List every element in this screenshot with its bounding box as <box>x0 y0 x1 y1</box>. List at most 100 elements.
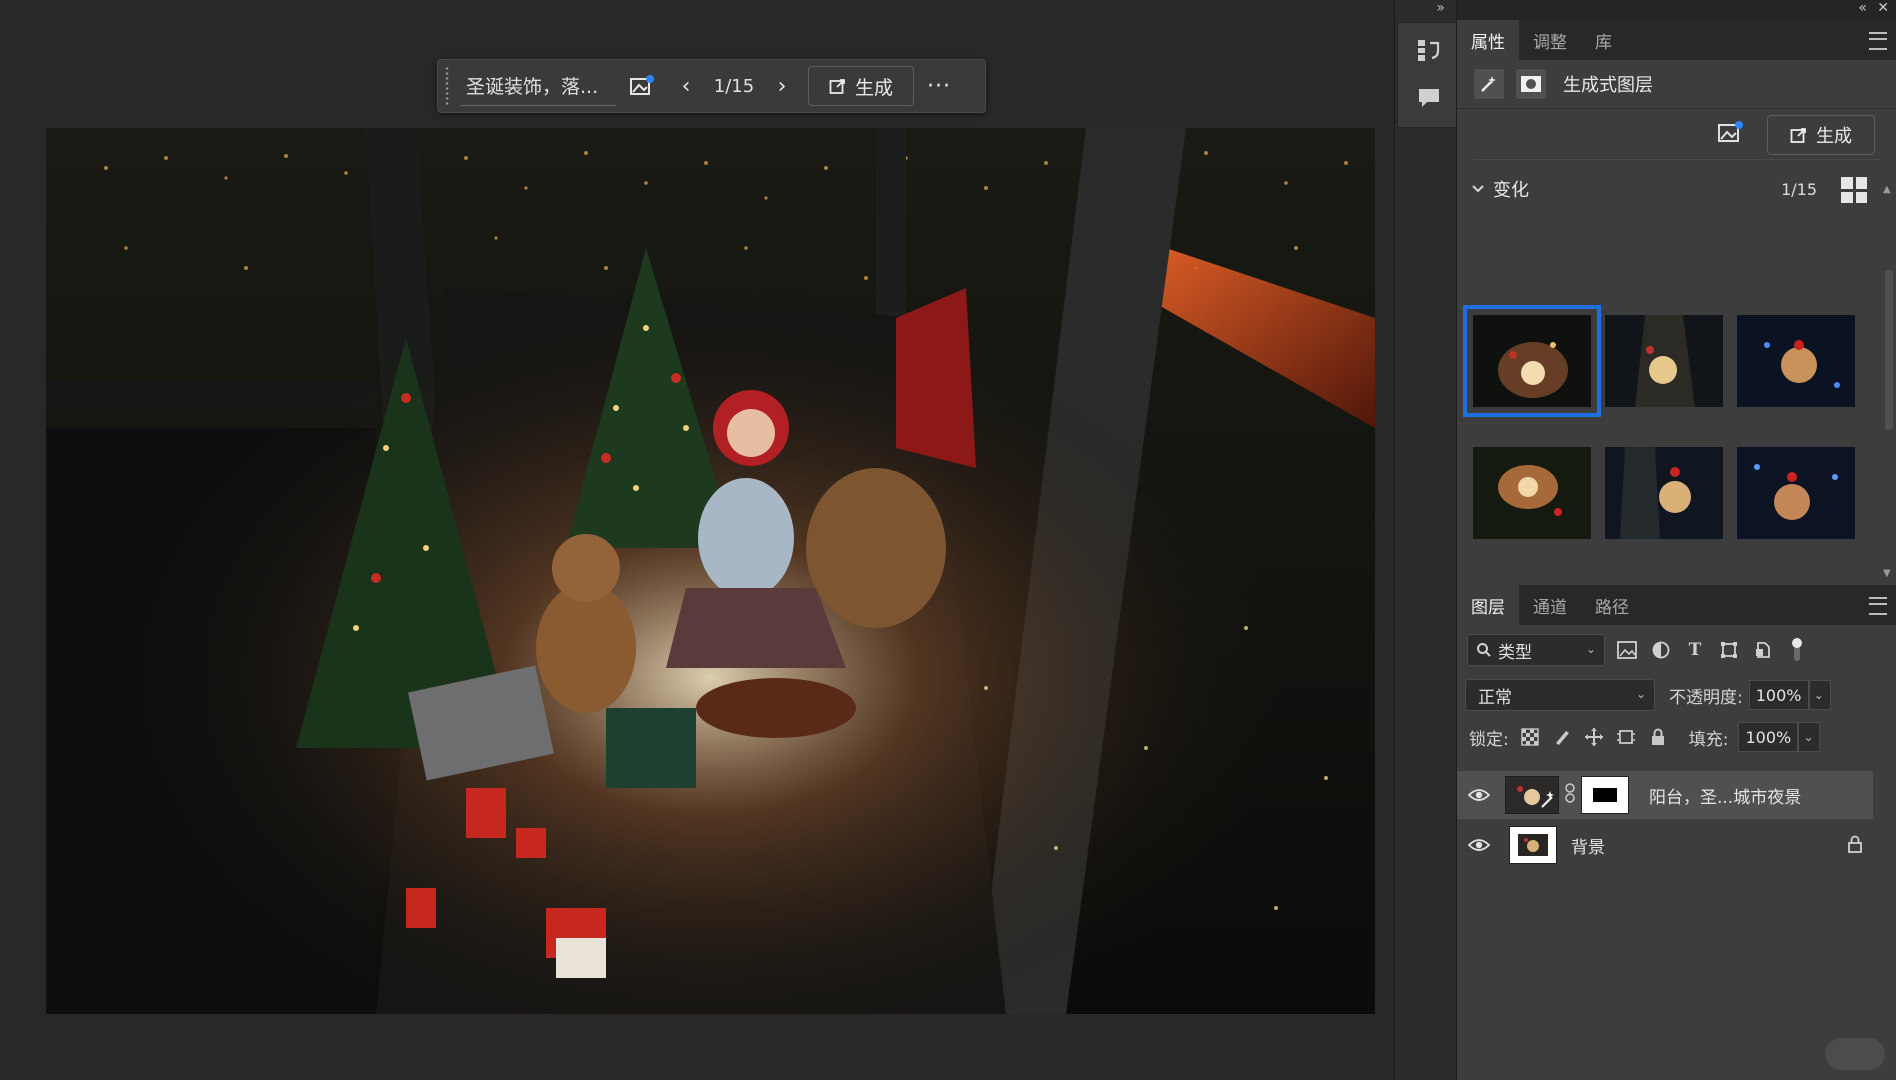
drag-handle[interactable] <box>444 66 450 106</box>
adjustment-filter-icon[interactable] <box>1649 638 1673 662</box>
variation-thumb[interactable] <box>1605 447 1723 539</box>
canvas-image[interactable] <box>46 128 1375 1014</box>
chevron-down-icon: ⌄ <box>1635 687 1646 701</box>
generate-button[interactable]: 生成 <box>1767 115 1875 155</box>
filter-kind-value: 类型 <box>1498 642 1532 663</box>
lock-row: 锁定: 填充: 100% ⌄ <box>1457 715 1896 759</box>
variation-thumb[interactable] <box>1737 447 1855 539</box>
tab-channels[interactable]: 通道 <box>1519 585 1581 625</box>
chevron-left-icon[interactable]: ‹ <box>668 66 704 106</box>
blend-row: 正常 ⌄ 不透明度: 100% ⌄ <box>1457 675 1896 715</box>
layer-type-label: 生成式图层 <box>1563 75 1653 96</box>
variation-counter: 1/15 <box>713 75 755 97</box>
layer-name[interactable]: 背景 <box>1571 833 1605 858</box>
generate-icon <box>1790 128 1806 143</box>
variation-thumb[interactable] <box>1605 315 1723 407</box>
filter-toggle-icon[interactable] <box>1785 638 1809 662</box>
eye-icon[interactable] <box>1465 838 1493 852</box>
layer-thumbnail[interactable] <box>1509 826 1557 864</box>
search-icon <box>1477 643 1491 657</box>
generate-image-icon[interactable] <box>1717 119 1745 145</box>
blend-mode-value: 正常 <box>1478 687 1512 708</box>
layers-panel: 图层 通道 路径 类型 ⌄ T 正常 ⌄ 不透明度: 100% ⌄ 锁定: 填充… <box>1457 585 1896 1080</box>
tab-layers[interactable]: 图层 <box>1457 585 1519 625</box>
lock-position-icon[interactable] <box>1583 726 1605 748</box>
fill-dropdown-icon[interactable]: ⌄ <box>1798 722 1821 752</box>
strip-header: » <box>1395 0 1457 20</box>
lock-all-icon[interactable] <box>1647 726 1669 748</box>
properties-panel: 生成式图层 生成 变化 1/15 ▲ ▼ <box>1457 60 1896 603</box>
tab-properties[interactable]: 属性 <box>1457 20 1519 60</box>
link-icon[interactable] <box>1565 783 1575 807</box>
document-canvas-area[interactable]: 圣诞装饰，落... ‹ 1/15 › 生成 ··· <box>0 0 1394 1080</box>
tab-adjustments[interactable]: 调整 <box>1519 20 1581 60</box>
grid-view-icon[interactable] <box>1841 177 1867 203</box>
properties-scrollbar[interactable]: ▲ ▼ <box>1883 184 1893 584</box>
comments-icon[interactable] <box>1416 85 1442 111</box>
lock-image-pixels-icon[interactable] <box>1551 726 1573 748</box>
variation-thumb[interactable] <box>1737 315 1855 407</box>
variations-count: 1/15 <box>1781 179 1817 199</box>
tab-libraries[interactable]: 库 <box>1581 20 1626 60</box>
generate-button[interactable]: 生成 <box>808 66 914 106</box>
layer-mask-thumbnail[interactable] <box>1581 776 1629 814</box>
lock-label: 锁定: <box>1469 729 1509 750</box>
filter-kind-select[interactable]: 类型 ⌄ <box>1467 634 1605 666</box>
layers-tabs: 图层 通道 路径 <box>1457 585 1896 625</box>
fill-input[interactable]: 100% <box>1738 722 1799 752</box>
properties-generate-row: 生成 <box>1473 109 1881 160</box>
layer-filter-row: 类型 ⌄ T <box>1457 625 1896 675</box>
panel-menu-icon[interactable] <box>1869 597 1887 615</box>
layer-name[interactable]: 阳台，圣...城市夜景 <box>1649 783 1801 808</box>
opacity-label: 不透明度: <box>1669 687 1743 708</box>
variations-header[interactable]: 变化 1/15 <box>1457 160 1896 218</box>
generative-layer-icon <box>1473 68 1505 100</box>
pixel-filter-icon[interactable] <box>1615 638 1639 662</box>
chevron-right-icon[interactable]: › <box>764 66 800 106</box>
panel-icon-strip: » <box>1394 0 1457 1080</box>
icon-strip-group <box>1397 22 1457 128</box>
panel-menu-icon[interactable] <box>1869 32 1887 50</box>
collapse-dock-icon[interactable]: « <box>1858 0 1867 16</box>
prompt-input[interactable]: 圣诞装饰，落... <box>460 67 616 106</box>
close-dock-icon[interactable]: ✕ <box>1877 0 1889 16</box>
christmas-balcony-scene <box>46 128 1375 1014</box>
right-panel-dock: « ✕ 属性 调整 库 生成式图层 生成 变化 1/15 ▲ ▼ 图层 通道 路… <box>1456 0 1896 1080</box>
scrollbar-thumb[interactable] <box>1885 270 1893 430</box>
watermark-logo <box>1825 1038 1885 1070</box>
generate-button-label: 生成 <box>1816 126 1852 147</box>
blend-mode-select[interactable]: 正常 ⌄ <box>1465 679 1655 711</box>
shape-filter-icon[interactable] <box>1717 638 1741 662</box>
generate-icon <box>829 79 845 94</box>
variation-thumb[interactable] <box>1473 447 1591 539</box>
layer-row-background[interactable]: 背景 <box>1457 821 1873 869</box>
dock-header: « ✕ <box>1457 0 1896 20</box>
lock-transparent-pixels-icon[interactable] <box>1519 726 1541 748</box>
lock-artboard-icon[interactable] <box>1615 726 1637 748</box>
lock-icon[interactable] <box>1847 835 1863 857</box>
smart-object-filter-icon[interactable] <box>1751 638 1775 662</box>
generate-button-label: 生成 <box>854 76 893 99</box>
fill-label: 填充: <box>1688 729 1729 750</box>
properties-tabs: 属性 调整 库 <box>1457 20 1896 60</box>
chevron-down-icon[interactable] <box>1471 182 1485 196</box>
chevron-down-icon: ⌄ <box>1585 642 1596 656</box>
history-icon[interactable] <box>1416 37 1442 63</box>
opacity-input[interactable]: 100% <box>1748 680 1809 710</box>
variations-title: 变化 <box>1493 180 1529 201</box>
variation-thumb[interactable] <box>1463 305 1601 417</box>
opacity-dropdown-icon[interactable]: ⌄ <box>1808 680 1831 710</box>
expand-panels-icon[interactable]: » <box>1436 0 1445 16</box>
scroll-down-icon[interactable]: ▼ <box>1883 568 1891 579</box>
eye-icon[interactable] <box>1465 788 1493 802</box>
layer-row-generative[interactable]: 阳台，圣...城市夜景 <box>1457 771 1873 819</box>
tab-paths[interactable]: 路径 <box>1581 585 1643 625</box>
type-filter-icon[interactable]: T <box>1683 638 1707 662</box>
generative-layer-row: 生成式图层 <box>1457 60 1896 109</box>
more-options-icon[interactable]: ··· <box>914 74 964 99</box>
layer-thumbnail[interactable] <box>1505 776 1559 814</box>
generate-image-icon[interactable] <box>624 66 660 106</box>
mask-icon <box>1515 68 1547 100</box>
contextual-task-bar: 圣诞装饰，落... ‹ 1/15 › 生成 ··· <box>437 59 986 113</box>
scroll-up-icon[interactable]: ▲ <box>1883 184 1891 195</box>
